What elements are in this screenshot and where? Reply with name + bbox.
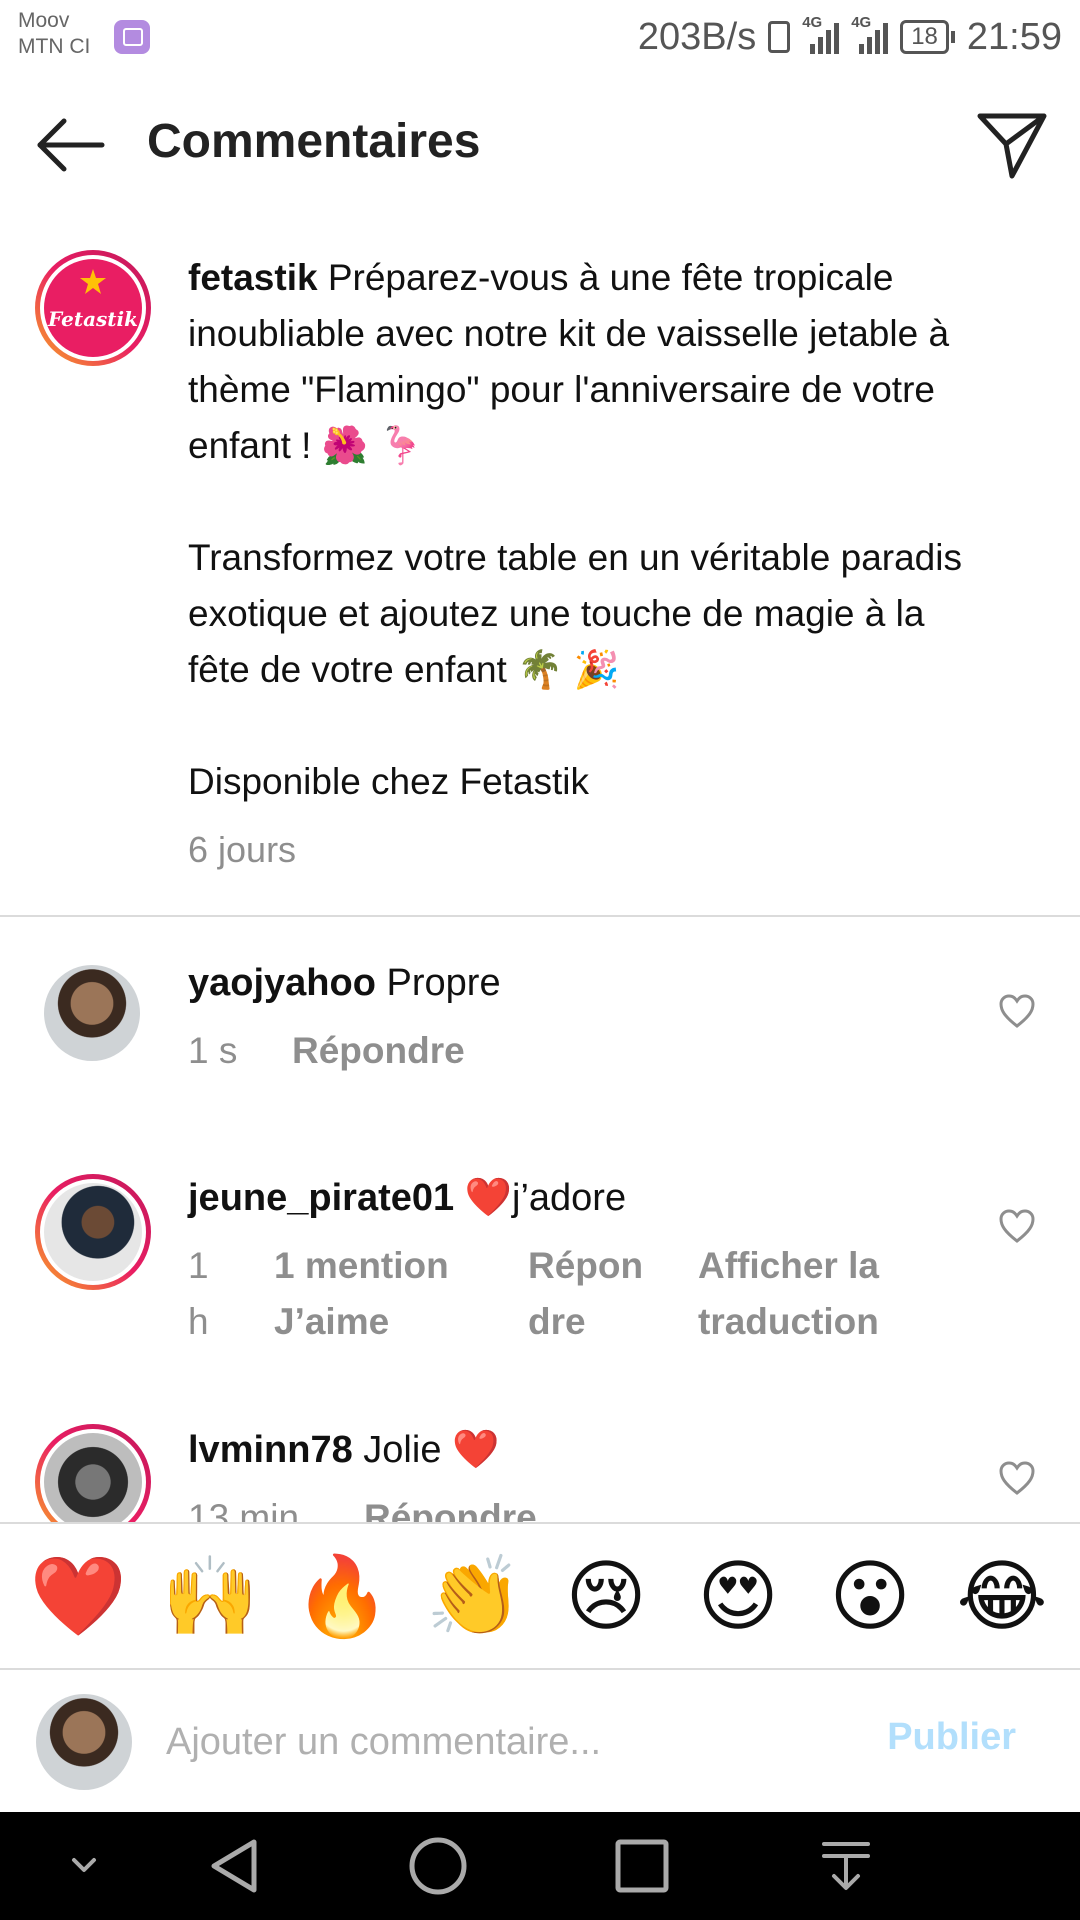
avatar [36,1694,132,1790]
reaction-clap[interactable]: 👏 [418,1551,530,1641]
comment-input[interactable] [164,1708,858,1776]
carrier-line1: Moov [18,9,70,32]
comment-text: Propre [386,962,501,1004]
comment-text: Jolie ❤️ [363,1429,500,1471]
comment-time: 13 min [188,1497,300,1522]
reply-button[interactable]: Répondre [364,1490,537,1522]
reaction-crying[interactable]: 😢 [550,1551,662,1641]
avatar[interactable]: Fetastik [35,250,151,366]
net-speed: 203B/s [637,15,757,58]
arrow-left-icon [37,118,105,172]
reply-line2: dre [528,1301,586,1342]
system-nav-bar [0,1812,1080,1920]
top-app-bar: Commentaires [0,90,1080,200]
reaction-surprised[interactable]: 😮 [814,1551,926,1641]
comment-time-line1: 1 [188,1245,209,1286]
translate-line2: traduction [698,1301,879,1342]
comment-text: ❤️j’adore [464,1177,627,1219]
caption-timestamp: 6 jours [188,829,297,870]
comment-username[interactable]: lvminn78 [188,1429,353,1471]
caption-paragraph-2: Transformez votre table en un véritable … [188,537,962,690]
network-type-1: 4G [802,14,823,31]
clock: 21:59 [966,15,1062,58]
star-icon [80,269,106,294]
chevron-down-icon[interactable] [44,1832,124,1900]
heart-icon[interactable] [998,1208,1036,1244]
carrier-info: Moov MTN CI [18,8,90,60]
share-button[interactable] [974,108,1050,182]
likes-line2: J’aime [274,1301,390,1342]
reply-button[interactable]: Répondre [292,1023,465,1079]
reply-line1: Répon [528,1245,644,1286]
likes-line1: 1 mention [274,1245,449,1286]
home-circle-icon[interactable] [398,1832,478,1900]
avatar[interactable] [35,1174,151,1290]
battery-icon: 18 [900,20,955,54]
see-translation-button[interactable]: Afficher la traduction [698,1238,879,1350]
carrier-line2: MTN CI [18,35,91,58]
recents-square-icon[interactable] [602,1832,682,1900]
notification-shade-icon[interactable] [806,1832,886,1900]
heart-icon[interactable] [998,993,1036,1029]
back-button[interactable] [30,110,110,180]
reaction-raising-hands[interactable]: 🙌 [154,1551,266,1641]
heart-icon[interactable] [998,1460,1036,1496]
reaction-heart-eyes[interactable]: 😍 [682,1551,794,1641]
divider [0,915,1080,917]
network-type-2: 4G [851,14,872,31]
vibrate-icon [768,21,791,53]
reaction-fire[interactable]: 🔥 [286,1551,398,1641]
reply-button[interactable]: Répon dre [528,1238,698,1350]
reaction-laughing[interactable]: 😂 [946,1551,1058,1641]
quick-reactions-bar: ❤️ 🙌 🔥 👏 😢 😍 😮 😂 [0,1522,1080,1668]
brand-logo-text: Fetastik [48,307,138,331]
status-icons: 203B/s 4G 4G 18 21:59 [638,12,1062,62]
caption-text: fetastik Préparez-vous à une fête tropic… [188,250,978,878]
page-title: Commentaires [147,115,481,168]
comment-item: lvminn78 Jolie ❤️ 13 min Répondre [0,1422,1080,1522]
gallery-notification-icon [114,20,150,54]
reaction-heart[interactable]: ❤️ [22,1551,134,1641]
likes-count[interactable]: 1 mention J’aime [274,1238,528,1350]
caption-username[interactable]: fetastik [188,257,318,298]
avatar[interactable] [35,1424,151,1522]
avatar[interactable] [44,965,140,1061]
signal-icon: 4G [802,14,840,54]
comment-username[interactable]: jeune_pirate01 [188,1177,454,1219]
translate-line1: Afficher la [698,1245,879,1286]
battery-level: 18 [900,20,949,54]
comment-composer: Publier [0,1668,1080,1814]
comment-time: 1 h [188,1238,274,1350]
paper-plane-icon [977,113,1047,179]
signal-icon: 4G [851,14,889,54]
comment-time: 1 s [188,1030,238,1071]
caption-paragraph-3: Disponible chez Fetastik [188,761,590,802]
publish-button[interactable]: Publier [887,1716,1016,1759]
status-bar: Moov MTN CI 203B/s 4G 4G 18 21:59 [0,0,1080,80]
comment-time-line2: h [188,1301,209,1342]
back-triangle-icon[interactable] [196,1832,276,1900]
comment-username[interactable]: yaojyahoo [188,962,376,1004]
